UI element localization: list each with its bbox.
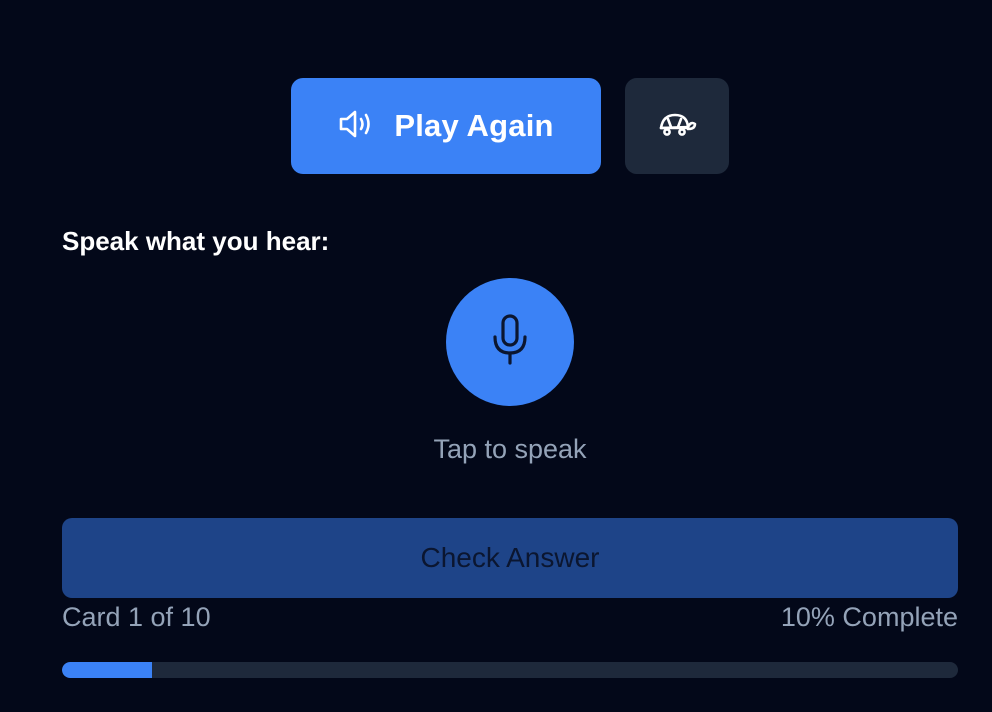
check-answer-label: Check Answer [420,542,600,573]
play-again-label: Play Again [394,108,554,143]
record-button[interactable] [446,278,574,406]
slow-playback-button[interactable] [625,78,729,174]
play-again-button[interactable]: Play Again [291,78,601,174]
speaker-icon [338,107,376,146]
instruction-text: Speak what you hear: [62,226,330,256]
progress-bar [62,662,958,678]
turtle-icon [657,110,697,143]
check-answer-button[interactable]: Check Answer [62,518,958,598]
progress-bar-fill [62,662,152,678]
microphone-icon [488,313,532,372]
mic-hint: Tap to speak [433,434,587,464]
pronunciation-card: Play Again Speak what you hear: Tap to s… [0,0,992,712]
completion-percent: 10% Complete [780,602,958,632]
card-counter: Card 1 of 10 [62,602,211,632]
